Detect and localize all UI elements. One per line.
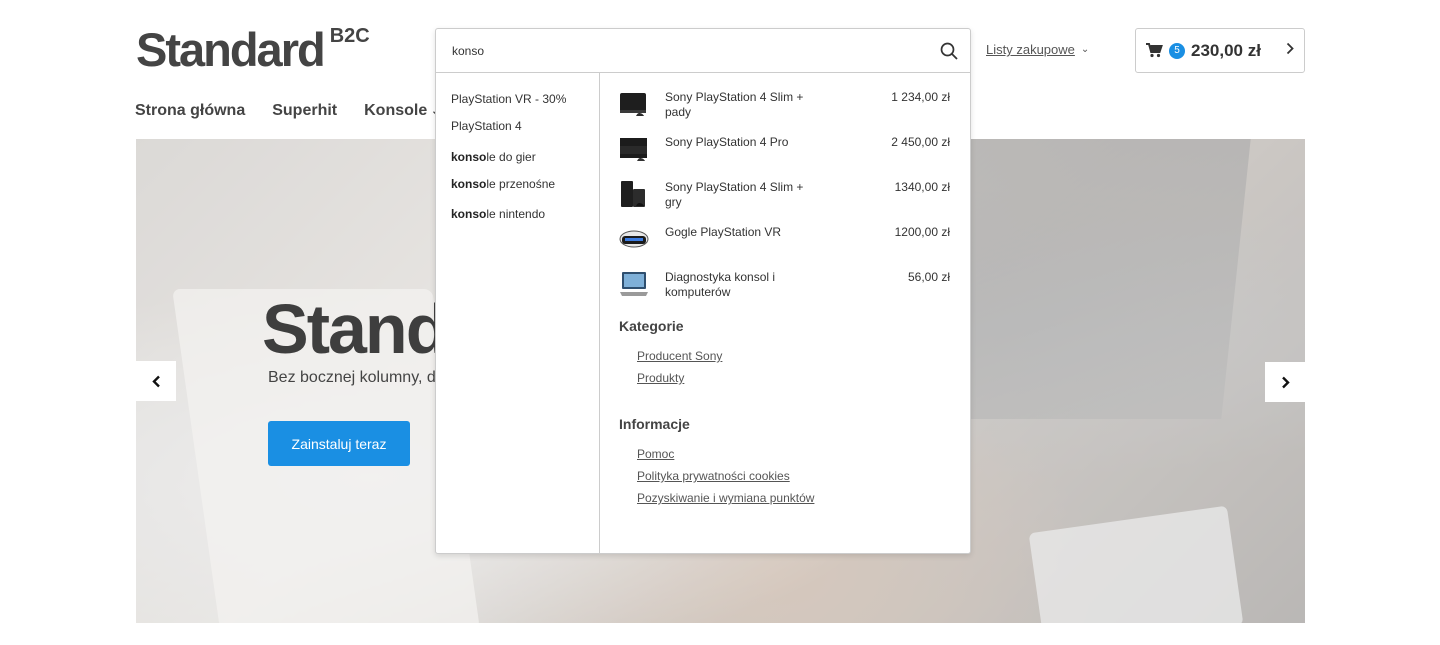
ps4-pro-icon (619, 134, 649, 164)
nav-item-label: Konsole (364, 102, 428, 119)
main-nav: Strona główna Superhit Konsole⌄ (135, 102, 440, 120)
search-results: Sony PlayStation 4 Slim + pady 1 234,00 … (600, 73, 970, 553)
info-heading: Informacje (619, 416, 690, 432)
product-result[interactable]: Sony PlayStation 4 Pro 2 450,00 zł (619, 134, 950, 179)
nav-item-konsole[interactable]: Konsole⌄ (364, 102, 440, 120)
logo-superscript: B2C (329, 25, 370, 47)
nav-item-label: Strona główna (135, 102, 246, 119)
product-name: Sony PlayStation 4 Pro (665, 135, 789, 149)
product-name: Diagnostyka konsol i komputerów (665, 270, 776, 299)
shopping-lists-label: Listy zakupowe (986, 42, 1075, 57)
suggestion-item[interactable]: konsole przenośne (451, 176, 599, 206)
ps4-slim-icon (619, 89, 649, 119)
product-result[interactable]: Gogle PlayStation VR 1200,00 zł (619, 224, 950, 269)
product-name: Sony PlayStation 4 Slim + pady (665, 90, 804, 119)
search-icon[interactable] (940, 42, 958, 60)
cart-total: 230,00 zł (1191, 40, 1261, 60)
category-link[interactable]: Produkty (637, 370, 950, 392)
info-link[interactable]: Polityka prywatności cookies (637, 468, 950, 490)
logo[interactable]: Standard B2C (136, 24, 370, 76)
product-result[interactable]: Sony PlayStation 4 Slim + gry 1340,00 zł (619, 179, 950, 224)
nav-item-home[interactable]: Strona główna (135, 102, 245, 120)
nav-item-label: Superhit (272, 102, 338, 119)
search-suggestions: PlayStation VR - 30% PlayStation 4 konso… (436, 73, 600, 553)
chevron-right-icon (1286, 42, 1294, 60)
install-now-button[interactable]: Zainstaluj teraz (268, 421, 410, 466)
suggestion-item[interactable]: konsole do gier (451, 149, 599, 176)
chevron-left-icon (151, 375, 160, 387)
cart-button[interactable]: 5 230,00 zł (1135, 28, 1305, 73)
logo-text: Standard (136, 23, 326, 76)
info-link[interactable]: Pozyskiwanie i wymiana punktów (637, 490, 950, 512)
slider-prev-button[interactable] (136, 361, 176, 401)
suggestion-item[interactable]: PlayStation VR - 30% (451, 91, 599, 118)
suggestion-item[interactable]: konsole nintendo (451, 206, 599, 233)
product-price: 56,00 zł (907, 270, 950, 284)
product-result[interactable]: Diagnostyka konsol i komputerów 56,00 zł (619, 269, 950, 314)
vr-headset-icon (619, 224, 649, 254)
product-price: 1340,00 zł (894, 180, 950, 194)
categories-heading: Kategorie (619, 318, 684, 334)
ps4-slim-games-icon (619, 179, 649, 209)
product-price: 2 450,00 zł (891, 135, 950, 149)
hero-subtitle: Bez bocznej kolumny, d (268, 369, 436, 386)
slider-next-button[interactable] (1265, 362, 1305, 402)
cart-count-badge: 5 (1169, 42, 1185, 59)
cart-icon (1146, 43, 1163, 58)
search-bar (436, 29, 970, 73)
laptop-icon (619, 269, 649, 299)
info-link[interactable]: Pomoc (637, 446, 950, 468)
product-price: 1200,00 zł (894, 225, 950, 239)
chevron-down-icon: ⌄ (1080, 44, 1090, 55)
search-dropdown: PlayStation VR - 30% PlayStation 4 konso… (436, 73, 970, 553)
category-link[interactable]: Producent Sony (637, 348, 950, 370)
product-price: 1 234,00 zł (891, 90, 950, 104)
nav-item-superhit[interactable]: Superhit (272, 102, 337, 120)
search-input[interactable] (452, 43, 940, 58)
product-result[interactable]: Sony PlayStation 4 Slim + pady 1 234,00 … (619, 89, 950, 134)
suggestion-item[interactable]: PlayStation 4 (451, 118, 599, 145)
shopping-lists-link[interactable]: Listy zakupowe ⌄ (986, 42, 1089, 57)
product-name: Sony PlayStation 4 Slim + gry (665, 180, 804, 209)
product-name: Gogle PlayStation VR (665, 225, 782, 239)
search-panel: PlayStation VR - 30% PlayStation 4 konso… (435, 28, 971, 554)
chevron-right-icon (1281, 376, 1290, 388)
